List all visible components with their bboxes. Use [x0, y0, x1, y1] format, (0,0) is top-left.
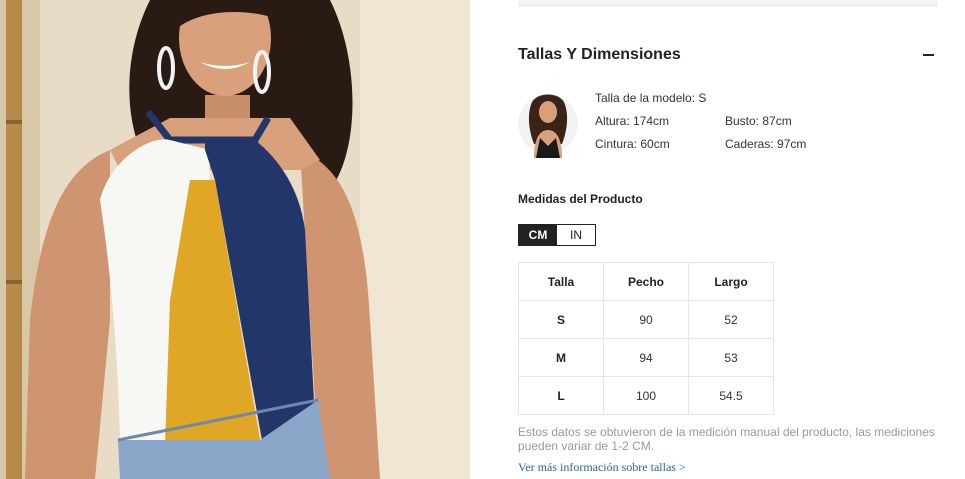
chest-cell: 100 — [603, 376, 689, 415]
length-cell: 52 — [688, 300, 774, 339]
size-cell: S — [518, 300, 604, 339]
more-size-info-link[interactable]: Ver más información sobre tallas > — [518, 460, 686, 475]
measurement-note: Estos datos se obtuvieron de la medición… — [518, 425, 935, 453]
table-row: M 94 53 — [518, 338, 774, 377]
unit-toggle: CM IN — [518, 224, 596, 246]
unit-cm-button[interactable]: CM — [519, 225, 557, 245]
column-header: Talla — [518, 262, 604, 301]
length-cell: 54.5 — [688, 376, 774, 415]
chest-cell: 94 — [603, 338, 689, 377]
size-panel: Tallas Y Dimensiones Talla de la modelo:… — [518, 0, 938, 479]
chest-cell: 90 — [603, 300, 689, 339]
product-image[interactable] — [0, 0, 470, 479]
model-avatar — [518, 88, 578, 160]
size-cell: M — [518, 338, 604, 377]
model-waist: Cintura: 60cm — [595, 137, 670, 151]
size-table: Talla Pecho Largo S 90 52 M 94 53 L 100 … — [518, 262, 774, 415]
model-bust: Busto: 87cm — [725, 114, 792, 128]
minus-icon[interactable] — [922, 47, 936, 61]
column-header: Pecho — [603, 262, 689, 301]
model-height: Altura: 174cm — [595, 114, 670, 128]
table-row: L 100 54.5 — [518, 376, 774, 415]
model-size: Talla de la modelo: S — [595, 91, 707, 105]
model-hips: Caderas: 97cm — [725, 137, 807, 151]
model-wearing-colorblock-halter-top — [0, 0, 470, 479]
size-cell: L — [518, 376, 604, 415]
top-divider — [518, 0, 938, 6]
length-cell: 53 — [688, 338, 774, 377]
unit-in-button[interactable]: IN — [557, 225, 595, 245]
size-section-header[interactable]: Tallas Y Dimensiones — [518, 44, 938, 66]
product-measurements-title: Medidas del Producto — [518, 192, 643, 206]
column-header: Largo — [688, 262, 774, 301]
table-header-row: Talla Pecho Largo — [518, 262, 774, 301]
section-title: Tallas Y Dimensiones — [518, 46, 681, 63]
table-row: S 90 52 — [518, 300, 774, 339]
